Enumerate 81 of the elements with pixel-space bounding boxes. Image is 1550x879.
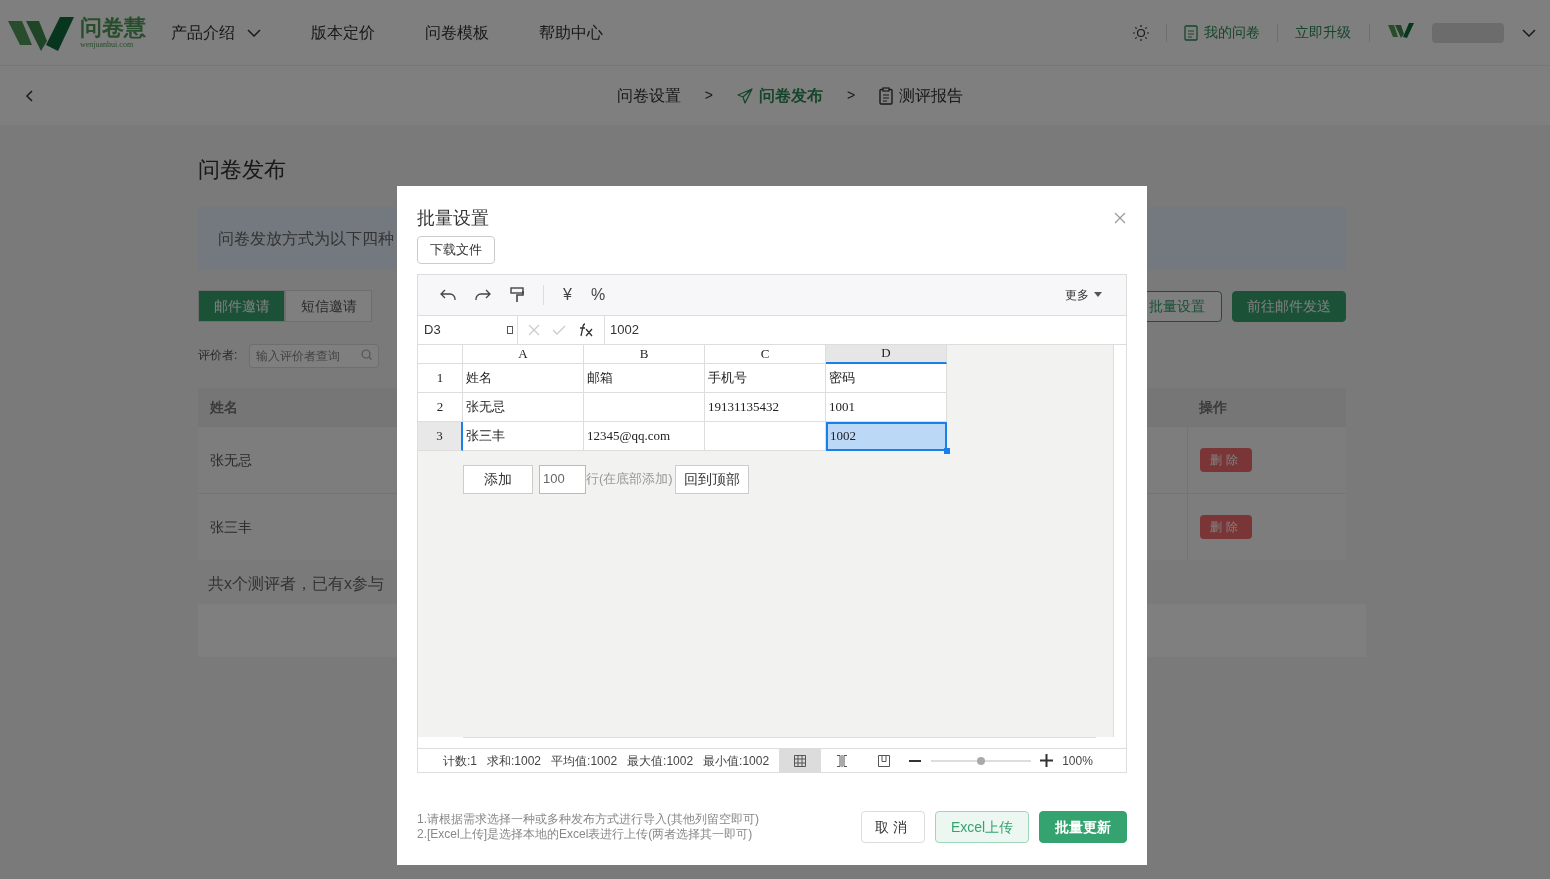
logo-icon — [8, 14, 74, 51]
table-cell[interactable]: 密码 — [826, 363, 947, 393]
table-cell[interactable]: 张三丰 — [463, 421, 584, 451]
format-button[interactable]: % — [590, 282, 606, 307]
zoom-out-icon[interactable] — [909, 759, 922, 762]
chevron-down-icon — [247, 28, 261, 37]
paper-plane-icon — [737, 87, 753, 104]
zoom-thumb[interactable] — [977, 756, 986, 765]
table-cell[interactable]: 邮箱 — [584, 363, 705, 393]
column-header: 操作 — [1198, 397, 1228, 417]
view-mode-button[interactable] — [779, 749, 822, 772]
vertical-scrollbar[interactable] — [1113, 344, 1126, 738]
redo-icon[interactable] — [475, 288, 491, 301]
formula-input[interactable]: 1002 — [605, 320, 639, 340]
column-header: 姓名 — [210, 398, 238, 415]
page-break-icon — [836, 754, 849, 767]
table-cell[interactable] — [705, 421, 826, 451]
status-stat: 平均值:1002 — [551, 752, 618, 770]
zoom-in-icon[interactable] — [1040, 754, 1054, 768]
box-icon — [507, 325, 513, 334]
more-dropdown[interactable]: 更多 — [1065, 285, 1102, 304]
row-header[interactable]: 1 — [418, 363, 463, 393]
fill-handle[interactable] — [944, 447, 950, 454]
step-link[interactable]: 测评报告 — [879, 83, 964, 108]
table-cell[interactable]: 张无忌 — [463, 392, 584, 422]
tab[interactable]: 短信邀请 — [285, 290, 372, 322]
page-title: 问卷发布 — [198, 156, 287, 184]
notice-text: 问卷发放方式为以下四种 — [218, 228, 394, 249]
nav-link[interactable]: 产品介绍 — [171, 20, 261, 45]
download-button[interactable]: 下载文件 — [417, 236, 495, 264]
table-cell[interactable]: 12345@qq.com — [584, 421, 705, 451]
table-cell: 张无忌 — [210, 452, 252, 468]
note-text: 1.请根据需求选择一种或多种发布方式进行导入(其他列留空即可) — [417, 812, 760, 827]
nav-link[interactable]: 帮助中心 — [539, 20, 603, 45]
sun-icon[interactable] — [1133, 24, 1149, 41]
undo-icon[interactable] — [440, 288, 456, 301]
clipboard-icon — [879, 86, 894, 105]
paint-roller-icon[interactable] — [510, 286, 524, 303]
logo-domain: wenjuanhui.com — [80, 39, 135, 50]
step-separator: > — [704, 86, 713, 105]
selected-cell[interactable]: 1002 — [826, 421, 947, 451]
table-cell[interactable]: 手机号 — [705, 363, 826, 393]
grid-view-icon — [794, 754, 807, 767]
row-header[interactable]: 2 — [418, 392, 463, 422]
add-rows-button[interactable]: 添加 — [463, 464, 533, 494]
summary-text: 共x个测评者，已有x参与 — [207, 574, 385, 594]
status-stat: 最小值:1002 — [703, 752, 770, 770]
back-to-top-button[interactable]: 回到顶部 — [674, 464, 749, 494]
step-link[interactable]: 问卷设置 — [616, 83, 681, 108]
logo-text: 问卷慧 — [80, 15, 146, 40]
modal-title: 批量设置 — [417, 206, 490, 230]
status-stat: 求和:1002 — [487, 752, 542, 770]
search-icon — [361, 349, 373, 360]
nav-link[interactable]: 版本定价 — [311, 20, 375, 45]
filter-label: 评价者: — [198, 347, 238, 364]
note-text: 2.[Excel上传]是选择本地的Excel表进行上传(两者选择其一即可) — [417, 827, 754, 842]
document-icon — [1184, 24, 1198, 41]
row-header[interactable]: 3 — [418, 421, 463, 451]
page-layout-icon — [878, 754, 891, 767]
zoom-reading: 100% — [1062, 752, 1093, 770]
zoom-slider[interactable] — [931, 755, 1032, 766]
caret-icon — [1094, 292, 1102, 298]
name-box[interactable]: D3 — [418, 315, 518, 344]
table-cell[interactable] — [584, 392, 705, 422]
dialog-button[interactable]: 取消 — [861, 811, 925, 843]
chevron-down-icon[interactable] — [1522, 28, 1536, 37]
format-button[interactable]: ¥ — [563, 282, 572, 307]
row-count-field[interactable]: 100 — [539, 464, 586, 494]
table-cell[interactable]: 1001 — [826, 392, 947, 422]
table-cell[interactable]: 19131135432 — [705, 392, 826, 422]
search-field[interactable]: 输入评价者查询 — [249, 344, 380, 368]
status-stat: 最大值:1002 — [627, 752, 694, 770]
step-separator: > — [847, 86, 856, 105]
nav-link[interactable]: 问卷模板 — [425, 20, 489, 45]
table-cell[interactable]: 姓名 — [463, 363, 584, 393]
back-icon[interactable] — [25, 89, 33, 102]
status-stat: 计数:1 — [443, 752, 477, 770]
function-icon[interactable] — [578, 322, 594, 337]
add-rows-hint: 行(在底部添加) — [586, 470, 673, 489]
close-icon[interactable] — [1114, 212, 1126, 224]
table-cell: 张三丰 — [210, 519, 252, 535]
